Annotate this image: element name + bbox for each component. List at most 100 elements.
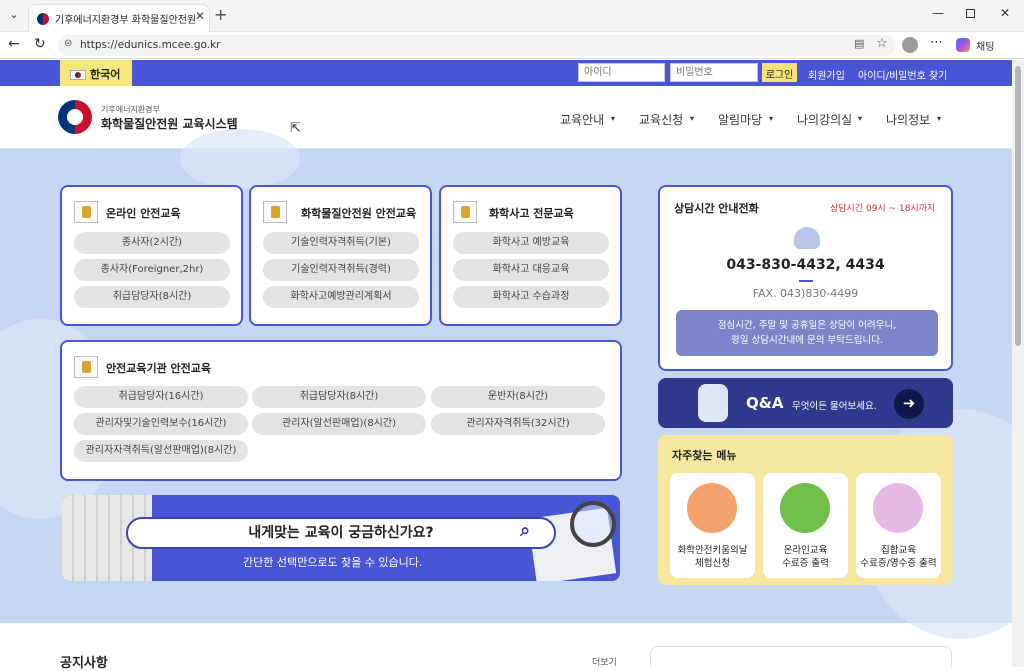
course-button[interactable]: 취급담당자(16시간) — [74, 386, 248, 408]
course-button[interactable]: 기술인력자격취득(기본) — [263, 232, 419, 254]
refresh-icon[interactable]: ↻ — [34, 36, 46, 52]
card-title: 화학물질안전원 안전교육 — [301, 207, 417, 220]
frequent-menu-title: 자주찾는 메뉴 — [672, 449, 737, 462]
browser-tab-bar: ⌄ 기후에너지환경부 화학물질안전원 ✕ + — ✕ — [0, 0, 1024, 32]
course-button[interactable]: 화학사고 예방교육 — [453, 232, 609, 254]
search-icon: ⌕ — [520, 520, 531, 541]
course-finder-subtitle: 간단한 선택만으로도 찾을 수 있습니다. — [243, 556, 423, 569]
certificate-icon — [780, 483, 830, 533]
chevron-down-icon: ▾ — [858, 114, 863, 123]
id-input[interactable] — [578, 63, 665, 82]
course-button[interactable]: 관리자(알선판매업)(8시간) — [252, 413, 426, 435]
chevron-down-icon: ▾ — [769, 114, 774, 123]
copilot-label[interactable]: 채팅 — [976, 38, 994, 53]
course-button[interactable]: 기술인력자격취득(경력) — [263, 259, 419, 281]
accident-education-card: 화학사고 전문교육 화학사고 예방교육 화학사고 대응교육 화학사고 수습과정 — [439, 185, 622, 326]
frequent-menu-label: 화학안전키움의날 — [677, 545, 748, 556]
language-selector[interactable]: 한국어 — [60, 60, 132, 86]
receipt-printer-icon — [873, 483, 923, 533]
lock-icon — [263, 201, 287, 223]
card-title: 안전교육기관 안전교육 — [106, 362, 212, 375]
nav-education-apply[interactable]: 교육신청 — [639, 111, 683, 128]
institute-education-card: 화학물질안전원 안전교육 기술인력자격취득(기본) 기술인력자격취득(경력) 화… — [249, 185, 432, 326]
contact-title: 상담시간 안내전화 — [674, 202, 759, 215]
more-menu-icon[interactable]: ⋯ — [930, 35, 943, 50]
frequent-menu-item[interactable]: 집합교육수료증/영수증 출력 — [856, 473, 941, 578]
nav-my-info[interactable]: 나의정보 — [886, 111, 930, 128]
scrollbar-thumb[interactable] — [1015, 66, 1021, 346]
notice-title: 공지사항 — [60, 656, 108, 671]
address-bar-row: ← ↻ ⊜ https://edunics.mcee.go.kr ▤ ☆ ⋯ 채… — [0, 32, 1024, 59]
course-button[interactable]: 운반자(8시간) — [431, 386, 605, 408]
arrow-right-icon[interactable]: ➜ — [894, 389, 924, 419]
frequent-menu-label: 체험신청 — [695, 558, 730, 569]
qa-text: 무엇이든 물어보세요. — [792, 401, 877, 412]
copilot-icon[interactable] — [956, 38, 970, 52]
robot-icon — [698, 384, 728, 422]
contact-fax: FAX. 043)830-4499 — [752, 287, 859, 300]
mouse-cursor-icon: ⇱ — [290, 121, 301, 136]
online-education-card: 온라인 안전교육 종사자(2시간) 종사자(Foreigner,2hr) 취급담… — [60, 185, 243, 326]
course-button[interactable]: 종사자(2시간) — [74, 232, 230, 254]
frequent-menu-item[interactable]: 화학안전키움의날체험신청 — [670, 473, 755, 578]
nav-my-classroom[interactable]: 나의강의실 — [797, 111, 852, 128]
login-button[interactable]: 로그인 — [762, 63, 797, 82]
course-button[interactable]: 취급담당자(8시간) — [252, 386, 426, 408]
qa-banner[interactable]: Q&A 무엇이든 물어보세요. ➜ — [658, 378, 953, 428]
browser-tab[interactable]: 기후에너지환경부 화학물질안전원 ✕ — [28, 4, 210, 32]
tab-title: 기후에너지환경부 화학물질안전원 — [55, 15, 195, 26]
lock-icon — [74, 201, 98, 223]
course-button[interactable]: 관리자및기술인력보수(16시간) — [74, 413, 248, 435]
favorite-star-icon[interactable]: ☆ — [876, 36, 888, 51]
url-text: https://edunics.mcee.go.kr — [80, 39, 221, 51]
card-title: 화학사고 전문교육 — [489, 207, 574, 220]
close-tab-icon[interactable]: ✕ — [195, 9, 205, 23]
signup-link[interactable]: 회원가입 — [808, 67, 845, 82]
course-button[interactable]: 종사자(Foreigner,2hr) — [74, 259, 230, 281]
new-tab-button[interactable]: + — [214, 5, 227, 24]
course-button[interactable]: 화학사고 대응교육 — [453, 259, 609, 281]
contact-card: 상담시간 안내전화 상담시간 09시 ~ 18시까지 043-830-4432,… — [658, 185, 953, 371]
profile-avatar[interactable] — [902, 37, 918, 53]
course-finder-question: 내게맞는 교육이 궁금하신가요? — [248, 525, 434, 541]
card-title: 온라인 안전교육 — [106, 207, 181, 220]
url-field[interactable]: ⊜ https://edunics.mcee.go.kr ▤ ☆ — [58, 35, 896, 56]
nav-notice-board[interactable]: 알림마당 — [718, 111, 762, 128]
bottom-panel — [650, 646, 952, 667]
back-icon[interactable]: ← — [8, 36, 20, 52]
government-logo-icon[interactable] — [58, 100, 92, 134]
close-window-button[interactable]: ✕ — [1000, 6, 1010, 20]
password-input[interactable] — [670, 63, 758, 82]
frequent-menu-item[interactable]: 온라인교육수료증 출력 — [763, 473, 848, 578]
chevron-down-icon: ▾ — [937, 114, 942, 123]
agency-education-card: 안전교육기관 안전교육 취급담당자(16시간) 취급담당자(8시간) 운반자(8… — [60, 340, 622, 481]
site-name[interactable]: 화학물질안전원 교육시스템 — [101, 115, 238, 132]
computer-icon — [687, 483, 737, 533]
background-decoration — [180, 129, 300, 189]
course-button[interactable]: 취급담당자(8시간) — [74, 286, 230, 308]
course-button[interactable]: 관리자자격취득(32시간) — [431, 413, 605, 435]
tab-list-button[interactable]: ⌄ — [6, 8, 22, 24]
frequent-menu-label: 수료증 출력 — [782, 558, 829, 569]
contact-notice: 점심시간, 주말 및 공휴일은 상담이 어려우니, 평일 상담시간내에 문의 부… — [676, 310, 938, 356]
notice-more-link[interactable]: 더보기 — [592, 655, 617, 668]
minimize-button[interactable]: — — [932, 6, 944, 20]
frequent-menu-label: 집합교육 — [881, 545, 916, 556]
frequent-menu-label: 온라인교육 — [783, 545, 828, 556]
contact-phone: 043-830-4432, 4434 — [726, 257, 885, 273]
course-button[interactable]: 관리자자격취득(알선판매업)(8시간) — [74, 440, 248, 462]
ministry-name: 기후에너지환경부 — [101, 105, 160, 114]
course-button[interactable]: 화학사고 수습과정 — [453, 286, 609, 308]
find-account-link[interactable]: 아이디/비밀번호 찾기 — [858, 67, 947, 82]
contact-hours: 상담시간 09시 ~ 18시까지 — [830, 204, 936, 214]
nav-education-info[interactable]: 교육안내 — [560, 111, 604, 128]
frequent-menu-label: 수료증/영수증 출력 — [860, 558, 937, 569]
lock-icon — [453, 201, 477, 223]
course-finder-box[interactable]: 내게맞는 교육이 궁금하신가요? ⌕ — [126, 517, 556, 549]
lock-icon — [74, 356, 98, 378]
maximize-button[interactable] — [966, 9, 975, 18]
korea-flag-icon — [70, 70, 86, 80]
site-info-icon[interactable]: ⊜ — [64, 38, 72, 49]
reader-icon[interactable]: ▤ — [854, 37, 864, 50]
course-button[interactable]: 화학사고예방관리계획서 — [263, 286, 419, 308]
